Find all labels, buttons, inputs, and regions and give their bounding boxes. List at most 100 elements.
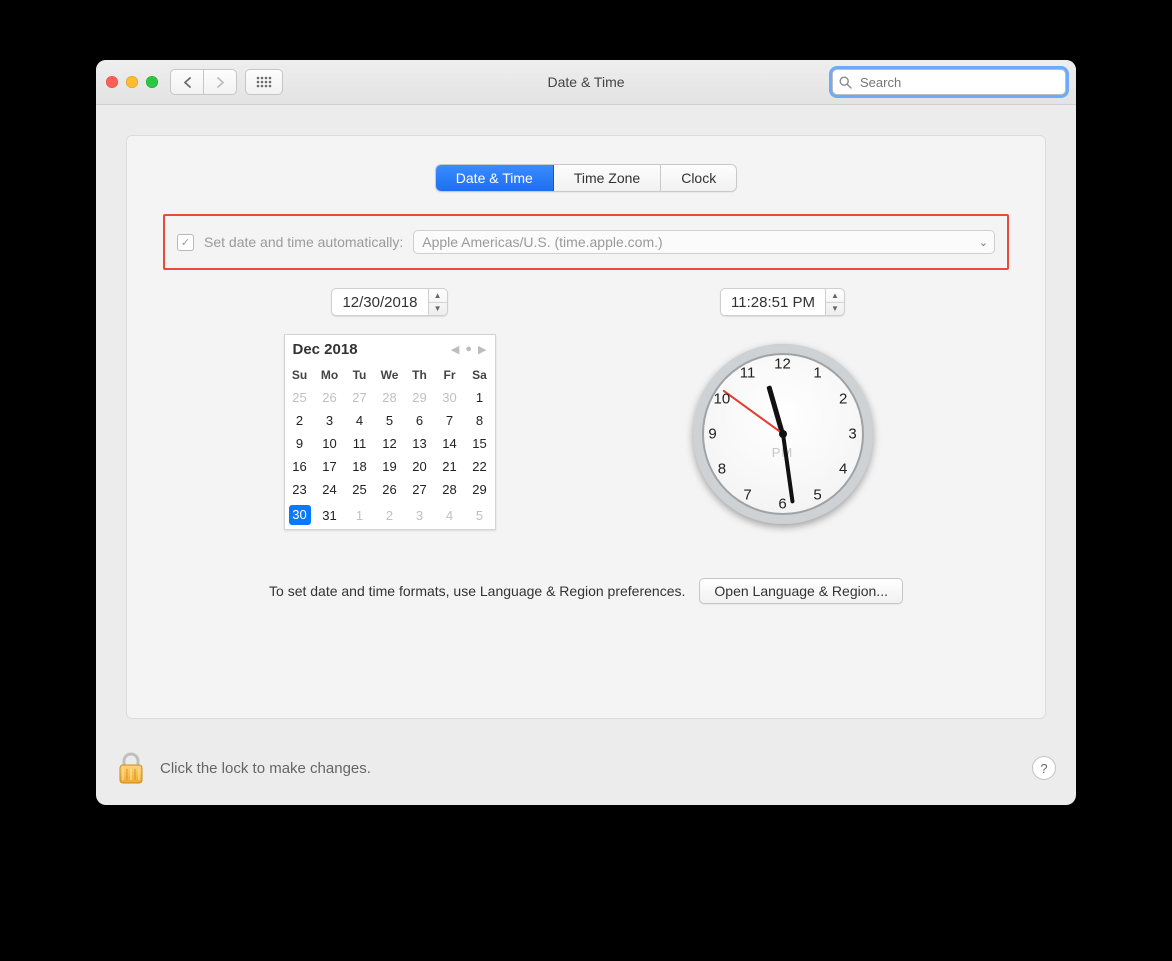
calendar-weekday: Fr [435, 364, 465, 386]
tab-clock[interactable]: Clock [661, 165, 736, 191]
calendar-day[interactable]: 10 [315, 432, 345, 455]
titlebar: Date & Time [96, 60, 1076, 105]
open-language-region-button[interactable]: Open Language & Region... [699, 578, 903, 604]
calendar-weekday: Su [285, 364, 315, 386]
calendar-next-icon[interactable]: ▶ [478, 343, 486, 356]
calendar-month-label: Dec 2018 [293, 341, 358, 358]
calendar-day[interactable]: 28 [375, 386, 405, 409]
calendar-day[interactable]: 21 [435, 455, 465, 478]
time-server-combobox[interactable]: Apple Americas/U.S. (time.apple.com.) ⌄ [413, 230, 995, 254]
chevron-right-icon [216, 77, 225, 88]
time-server-value: Apple Americas/U.S. (time.apple.com.) [422, 234, 662, 250]
calendar-day[interactable]: 29 [405, 386, 435, 409]
stepper-up-icon[interactable]: ▲ [826, 289, 844, 303]
clock-number: 6 [778, 496, 786, 513]
calendar-day[interactable]: 30 [285, 501, 315, 529]
calendar-day[interactable]: 11 [345, 432, 375, 455]
calendar-day[interactable]: 3 [405, 501, 435, 529]
calendar-day[interactable]: 28 [435, 478, 465, 501]
calendar-day[interactable]: 18 [345, 455, 375, 478]
time-stepper[interactable]: ▲ ▼ [825, 288, 845, 316]
stepper-up-icon[interactable]: ▲ [429, 289, 447, 303]
calendar-day[interactable]: 22 [465, 455, 495, 478]
calendar-day[interactable]: 19 [375, 455, 405, 478]
calendar-prev-icon[interactable]: ◀ [451, 343, 459, 356]
preferences-window: Date & Time Date & Time Time Zone Clock … [96, 60, 1076, 805]
content-area: Date & Time Time Zone Clock ✓ Set date a… [96, 105, 1076, 743]
forward-button[interactable] [203, 69, 237, 95]
calendar-day[interactable]: 5 [465, 501, 495, 529]
date-stepper[interactable]: ▲ ▼ [428, 288, 448, 316]
grid-icon [256, 76, 272, 88]
calendar-day[interactable]: 17 [315, 455, 345, 478]
zoom-window-button[interactable] [146, 76, 158, 88]
calendar-day[interactable]: 20 [405, 455, 435, 478]
stepper-down-icon[interactable]: ▼ [826, 303, 844, 316]
date-time-panel: Date & Time Time Zone Clock ✓ Set date a… [126, 135, 1046, 719]
calendar-day[interactable]: 26 [375, 478, 405, 501]
auto-set-checkbox[interactable]: ✓ [177, 234, 194, 251]
calendar-day[interactable]: 27 [405, 478, 435, 501]
calendar-day[interactable]: 3 [315, 409, 345, 432]
calendar-day[interactable]: 30 [435, 386, 465, 409]
calendar-day[interactable]: 1 [465, 386, 495, 409]
calendar-day[interactable]: 23 [285, 478, 315, 501]
calendar-day[interactable]: 6 [405, 409, 435, 432]
tab-control: Date & Time Time Zone Clock [163, 164, 1009, 192]
calendar-day[interactable]: 24 [315, 478, 345, 501]
help-button[interactable]: ? [1032, 756, 1056, 780]
window-controls [106, 76, 158, 88]
auto-set-label: Set date and time automatically: [204, 234, 403, 250]
lock-icon [116, 751, 146, 785]
calendar-weekday: Th [405, 364, 435, 386]
stepper-down-icon[interactable]: ▼ [429, 303, 447, 316]
back-button[interactable] [170, 69, 204, 95]
clock-number: 12 [774, 356, 791, 373]
calendar-day[interactable]: 25 [285, 386, 315, 409]
time-field-value: 11:28:51 PM [720, 288, 825, 316]
tab-date-time[interactable]: Date & Time [436, 165, 554, 191]
search-input[interactable] [858, 74, 1059, 91]
calendar-day[interactable]: 8 [465, 409, 495, 432]
minimize-window-button[interactable] [126, 76, 138, 88]
calendar-day[interactable]: 2 [285, 409, 315, 432]
time-column: 11:28:51 PM ▲ ▼ PM 121234567891011 [616, 288, 949, 530]
search-icon [839, 76, 852, 89]
calendar-day[interactable]: 13 [405, 432, 435, 455]
lock-row: Click the lock to make changes. ? [96, 743, 1076, 805]
calendar-day[interactable]: 4 [435, 501, 465, 529]
calendar-day[interactable]: 25 [345, 478, 375, 501]
tab-time-zone[interactable]: Time Zone [554, 165, 661, 191]
calendar-day[interactable]: 26 [315, 386, 345, 409]
analog-clock: PM 121234567891011 [693, 344, 873, 524]
calendar-weekday: Tu [345, 364, 375, 386]
calendar-day[interactable]: 27 [345, 386, 375, 409]
clock-number: 8 [718, 461, 726, 478]
calendar-day[interactable]: 4 [345, 409, 375, 432]
lock-button[interactable] [116, 751, 146, 785]
calendar-day[interactable]: 12 [375, 432, 405, 455]
clock-number: 11 [740, 365, 756, 382]
calendar-day[interactable]: 5 [375, 409, 405, 432]
calendar-weekday: We [375, 364, 405, 386]
calendar-day[interactable]: 9 [285, 432, 315, 455]
chevron-down-icon: ⌄ [979, 236, 988, 249]
calendar[interactable]: Dec 2018 ◀ ● ▶ SuMoTuWeThFrSa 2526272829… [284, 334, 496, 530]
calendar-day[interactable]: 7 [435, 409, 465, 432]
calendar-day[interactable]: 14 [435, 432, 465, 455]
calendar-day[interactable]: 29 [465, 478, 495, 501]
footer-row: To set date and time formats, use Langua… [163, 578, 1009, 604]
calendar-today-icon[interactable]: ● [465, 343, 472, 356]
close-window-button[interactable] [106, 76, 118, 88]
time-field[interactable]: 11:28:51 PM ▲ ▼ [720, 288, 845, 316]
search-field[interactable] [832, 69, 1066, 95]
calendar-day[interactable]: 1 [345, 501, 375, 529]
calendar-day[interactable]: 16 [285, 455, 315, 478]
clock-number: 2 [839, 391, 847, 408]
date-field[interactable]: 12/30/2018 ▲ ▼ [331, 288, 447, 316]
calendar-day[interactable]: 15 [465, 432, 495, 455]
calendar-selected-day: 30 [289, 505, 311, 525]
calendar-day[interactable]: 2 [375, 501, 405, 529]
calendar-day[interactable]: 31 [315, 501, 345, 529]
show-all-button[interactable] [245, 69, 283, 95]
